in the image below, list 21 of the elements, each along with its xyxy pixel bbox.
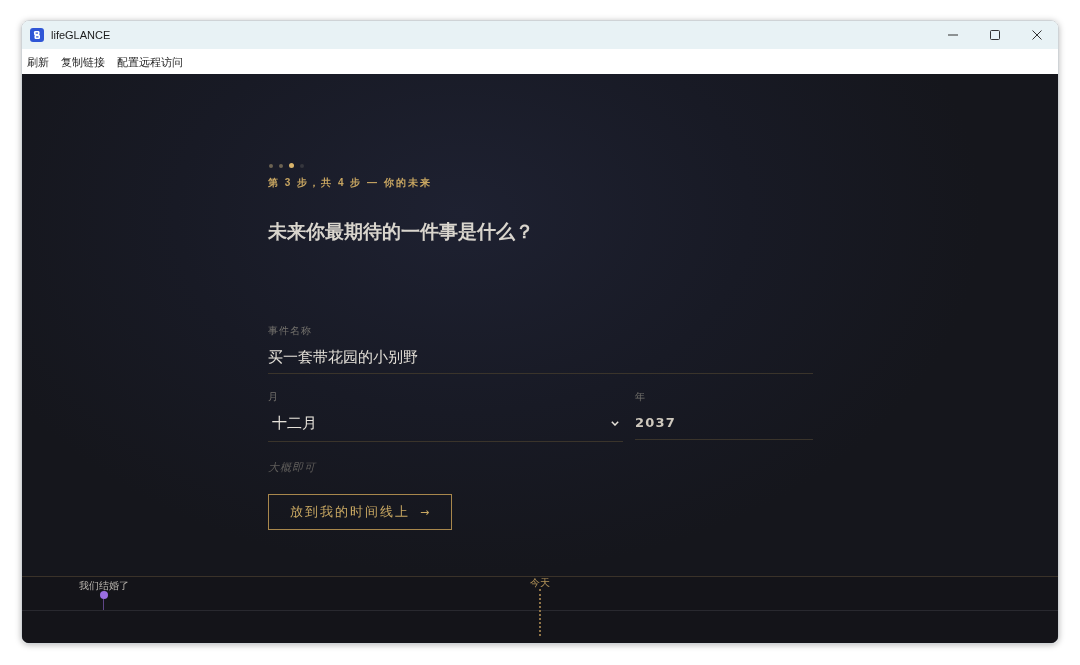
menu-item[interactable]: 刷新 [27, 54, 49, 69]
event-label: 我们结婚了 [78, 581, 129, 591]
close-icon [1032, 30, 1042, 40]
menu-item[interactable]: 配置远程访问 [117, 54, 183, 69]
today-label: 今天 [530, 578, 550, 588]
window-title: lifeGLANCE [51, 29, 111, 41]
event-name-field[interactable]: 买一套带花园的小别野 [268, 344, 813, 374]
field-label: 月 [268, 390, 280, 404]
field-label: 年 [635, 390, 647, 404]
menu-item[interactable]: 复制链接 [61, 54, 105, 69]
field-label: 事件名称 [268, 324, 312, 338]
month-select[interactable]: 十二月 [268, 410, 623, 442]
chevron-down-icon [611, 420, 619, 426]
question-heading: 未来你最期待的一件事是什么？ [268, 219, 534, 244]
today-line [539, 589, 541, 636]
step-label: 第 3 步，共 4 步 — 你的未来 [268, 176, 432, 190]
submit-button[interactable]: 放到我的时间线上 → [268, 494, 452, 530]
maximize-icon [990, 30, 1000, 40]
year-field[interactable]: 2037 [635, 410, 813, 440]
app-logo-icon [30, 28, 44, 42]
hint-text: 大概即可 [268, 460, 316, 474]
